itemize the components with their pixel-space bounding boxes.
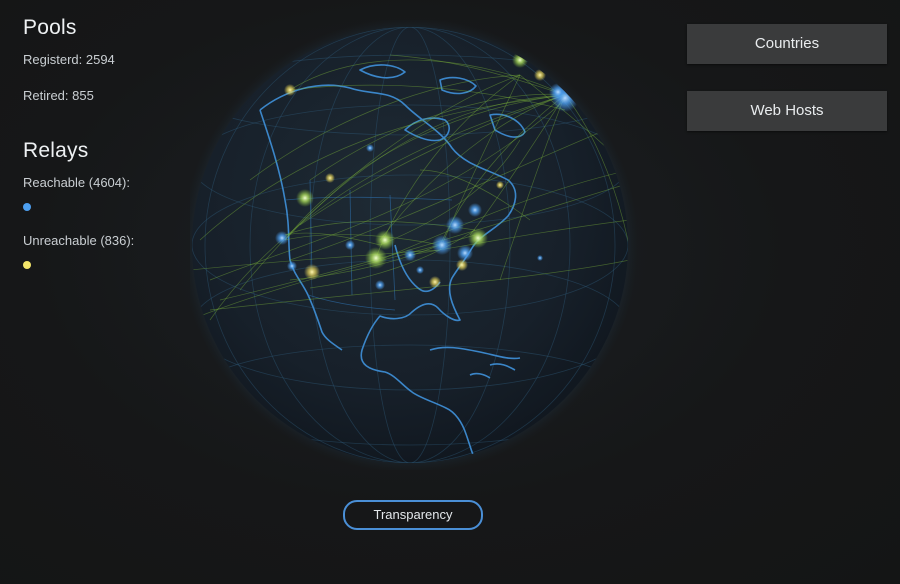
globe-map-icon xyxy=(182,17,638,473)
pools-title: Pools xyxy=(23,16,77,39)
web-hosts-button[interactable]: Web Hosts xyxy=(687,91,887,131)
stats-panel: Pools Registerd: 2594 Retired: 855 Relay… xyxy=(23,16,193,291)
countries-button[interactable]: Countries xyxy=(687,24,887,64)
relays-section: Relays Reachable (4604): Unreachable (83… xyxy=(23,139,193,269)
unreachable-label: Unreachable (836): xyxy=(23,233,135,248)
reachable-label: Reachable (4604): xyxy=(23,175,130,190)
unreachable-dot xyxy=(23,261,31,269)
relay-map-view: Pools Registerd: 2594 Retired: 855 Relay… xyxy=(0,0,900,584)
relays-title: Relays xyxy=(23,139,89,162)
transparency-button[interactable]: Transparency xyxy=(343,500,483,530)
globe[interactable] xyxy=(182,17,640,473)
pools-retired: Retired: 855 xyxy=(23,88,94,103)
pools-registered: Registerd: 2594 xyxy=(23,52,115,67)
reachable-dot xyxy=(23,203,31,211)
